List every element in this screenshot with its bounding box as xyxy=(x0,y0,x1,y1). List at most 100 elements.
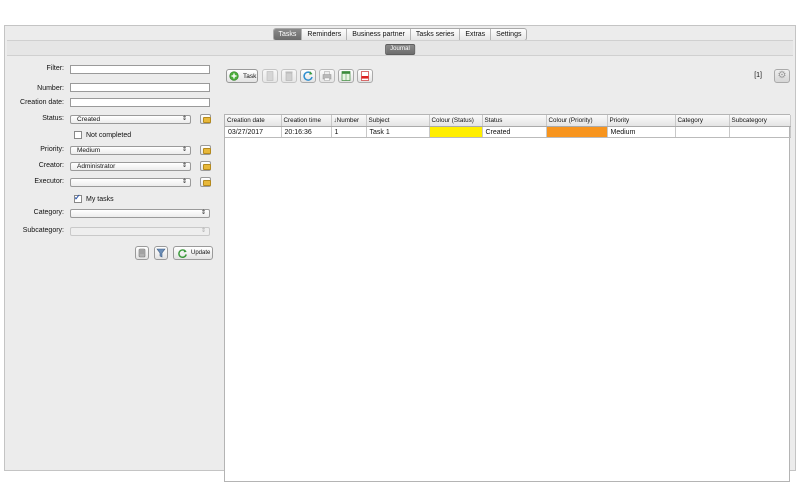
new-task-button[interactable]: Task xyxy=(226,69,258,83)
gear-icon: ⚙ xyxy=(777,70,787,81)
trash-icon xyxy=(285,71,293,81)
tab-reminders[interactable]: Reminders xyxy=(302,29,348,40)
status-select-value: Created xyxy=(77,116,101,123)
update-button-label: Update xyxy=(191,250,211,256)
cell-colour-status xyxy=(429,126,483,138)
filter-input[interactable] xyxy=(70,65,210,74)
folder-icon xyxy=(203,164,211,170)
export-excel-button[interactable] xyxy=(338,69,354,83)
status-color-swatch xyxy=(429,127,481,137)
printer-icon xyxy=(322,71,332,81)
creator-label: Creator: xyxy=(38,162,64,169)
cell-status: Created xyxy=(482,126,547,138)
folder-icon xyxy=(203,148,211,154)
status-folder-button[interactable] xyxy=(200,114,211,124)
priority-color-swatch xyxy=(546,127,606,137)
print-button[interactable] xyxy=(319,69,335,83)
updown-arrow-icon: ⇕ xyxy=(181,163,187,169)
priority-folder-button[interactable] xyxy=(200,145,211,155)
refresh-icon xyxy=(303,71,313,81)
subcategory-select[interactable]: ⇕ xyxy=(70,227,210,236)
column-header-subject[interactable]: Subject xyxy=(366,115,430,127)
updown-arrow-icon: ⇕ xyxy=(200,228,206,234)
page-counter: [1] xyxy=(754,72,762,79)
not-completed-checkbox-box[interactable] xyxy=(74,131,82,139)
refresh-icon xyxy=(178,248,187,258)
clear-filter-button[interactable] xyxy=(135,246,149,260)
task-table: Creation date Creation time ↓Number Subj… xyxy=(224,114,791,482)
my-tasks-checkbox[interactable]: My tasks xyxy=(74,193,114,203)
updown-arrow-icon: ⇕ xyxy=(181,116,187,122)
number-label: Number: xyxy=(37,85,64,92)
not-completed-label: Not completed xyxy=(86,131,132,139)
filter-label: Filter: xyxy=(46,65,65,72)
cell-priority: Medium xyxy=(607,126,676,138)
eraser-icon xyxy=(138,248,146,258)
column-header-number[interactable]: ↓Number xyxy=(331,115,367,127)
updown-arrow-icon: ⇕ xyxy=(200,210,206,216)
cell-subject: Task 1 xyxy=(366,126,430,138)
cell-colour-priority xyxy=(546,126,608,138)
app-window: Tasks Reminders Business partner Tasks s… xyxy=(4,25,796,482)
column-header-colour-status[interactable]: Colour (Status) xyxy=(429,115,483,127)
folder-icon xyxy=(203,117,211,123)
priority-select[interactable]: Medium ⇕ xyxy=(70,146,191,155)
refresh-list-button[interactable] xyxy=(300,69,316,83)
delete-task-button[interactable] xyxy=(281,69,297,83)
subcategory-label: Subcategory: xyxy=(22,227,64,234)
tab-tasks[interactable]: Tasks xyxy=(273,29,303,40)
priority-select-value: Medium xyxy=(77,147,101,154)
export-pdf-button[interactable] xyxy=(357,69,373,83)
tab-extras[interactable]: Extras xyxy=(460,29,492,40)
table-header-row: Creation date Creation time ↓Number Subj… xyxy=(225,115,791,127)
updown-arrow-icon: ⇕ xyxy=(181,147,187,153)
document-icon xyxy=(266,71,274,81)
column-header-colour-priority[interactable]: Colour (Priority) xyxy=(546,115,608,127)
executor-select[interactable]: ⇕ xyxy=(70,178,191,187)
column-header-category[interactable]: Category xyxy=(675,115,730,127)
creation-date-input[interactable] xyxy=(70,98,210,107)
cell-subcategory xyxy=(729,126,791,138)
folder-icon xyxy=(203,180,211,186)
column-header-status[interactable]: Status xyxy=(482,115,547,127)
copy-task-button[interactable] xyxy=(262,69,278,83)
column-header-creation-date[interactable]: Creation date xyxy=(225,115,282,127)
pdf-icon xyxy=(361,71,369,81)
update-button[interactable]: Update xyxy=(173,246,213,260)
column-header-subcategory[interactable]: Subcategory xyxy=(729,115,791,127)
table-row[interactable]: 03/27/2017 20:16:36 1 Task 1 Created Med… xyxy=(225,126,791,138)
funnel-icon xyxy=(156,248,166,258)
plus-circle-icon xyxy=(229,71,239,81)
category-select[interactable]: ⇕ xyxy=(70,209,210,218)
creator-select-value: Administrator xyxy=(77,163,116,170)
table-settings-button[interactable]: ⚙ xyxy=(774,69,790,83)
creation-date-label: Creation date: xyxy=(20,99,64,106)
status-select[interactable]: Created ⇕ xyxy=(70,115,191,124)
updown-arrow-icon: ⇕ xyxy=(181,179,187,185)
executor-folder-button[interactable] xyxy=(200,177,211,187)
task-toolbar: Task [1] ⚙ xyxy=(224,69,790,85)
cell-number: 1 xyxy=(331,126,367,138)
task-list-panel: Task [1] ⚙ Creation date Creation time ↓… xyxy=(224,65,791,483)
column-header-creation-time[interactable]: Creation time xyxy=(281,115,332,127)
status-label: Status: xyxy=(42,115,64,122)
apply-filter-button[interactable] xyxy=(154,246,168,260)
cell-category xyxy=(675,126,730,138)
cell-creation-date: 03/27/2017 xyxy=(225,126,282,138)
filter-panel: Filter: Number: Creation date: Status: C… xyxy=(12,60,214,480)
sub-tab-bar: Journal xyxy=(7,40,793,56)
creator-folder-button[interactable] xyxy=(200,161,211,171)
subtab-journal[interactable]: Journal xyxy=(385,44,415,55)
executor-label: Executor: xyxy=(34,178,64,185)
number-input[interactable] xyxy=(70,83,210,92)
tab-business-partner[interactable]: Business partner xyxy=(347,29,411,40)
not-completed-checkbox[interactable]: Not completed xyxy=(74,131,131,139)
cell-creation-time: 20:16:36 xyxy=(281,126,332,138)
tab-tasks-series[interactable]: Tasks series xyxy=(411,29,461,40)
creator-select[interactable]: Administrator ⇕ xyxy=(70,162,191,171)
tab-settings[interactable]: Settings xyxy=(491,29,526,40)
category-label: Category: xyxy=(33,209,64,216)
new-task-label: Task xyxy=(243,72,257,80)
column-header-priority[interactable]: Priority xyxy=(607,115,676,127)
my-tasks-checkbox-box[interactable] xyxy=(74,193,82,203)
